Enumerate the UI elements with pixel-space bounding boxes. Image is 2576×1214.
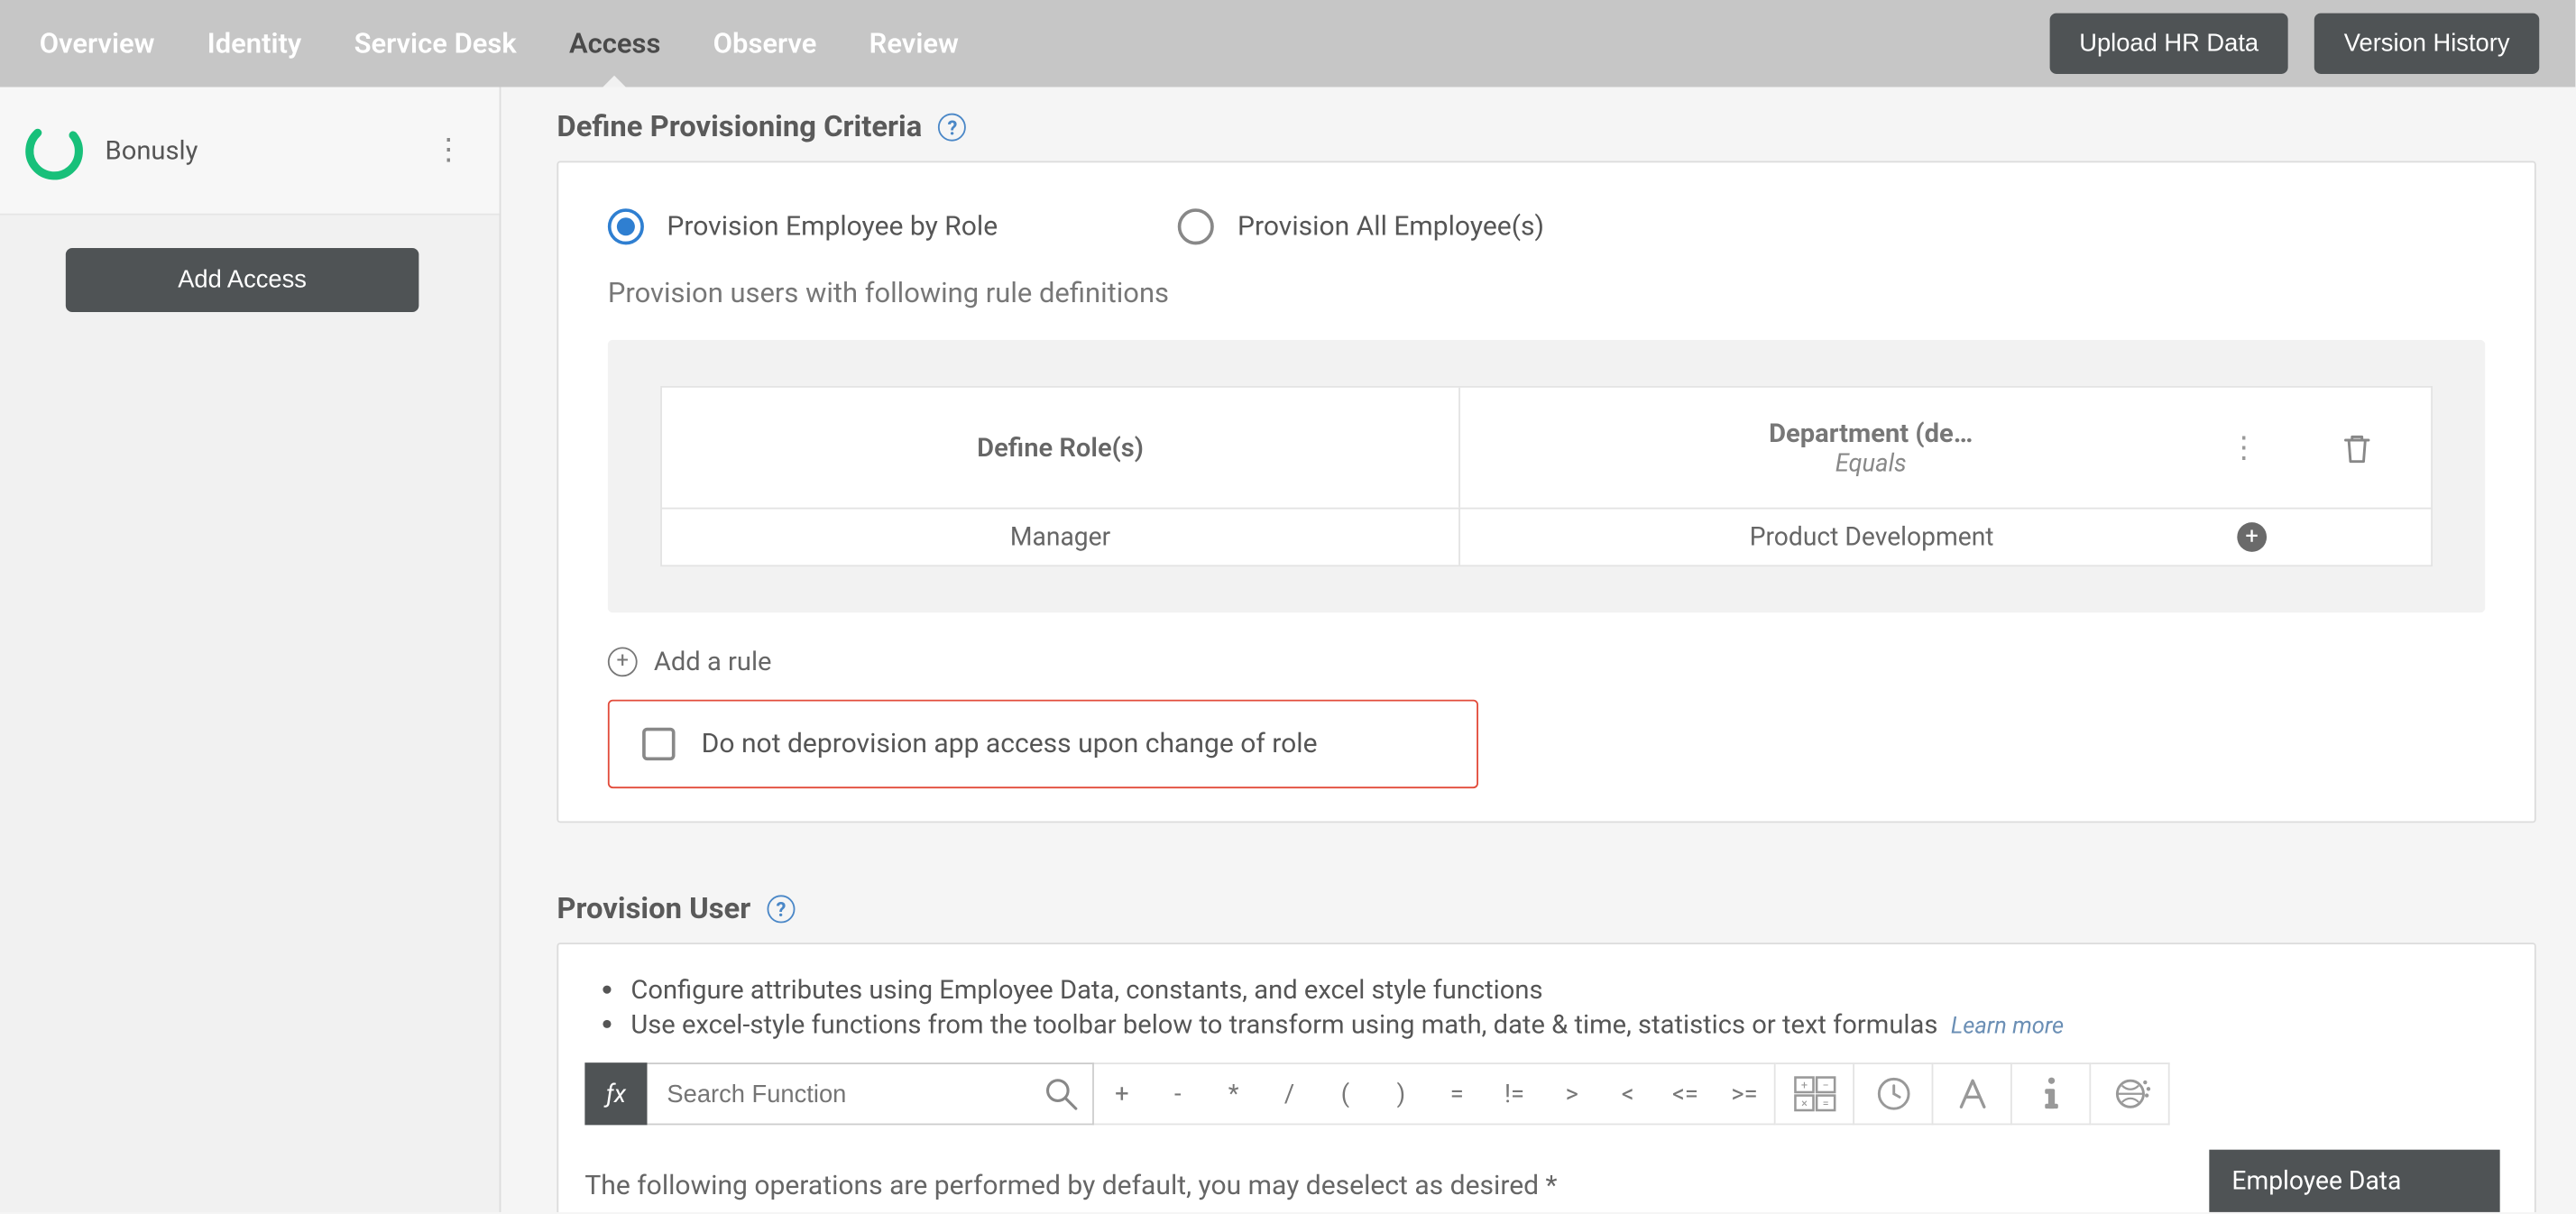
rule-role-cell[interactable]: Manager (662, 510, 1460, 566)
add-condition-icon[interactable]: + (2237, 522, 2267, 552)
svg-text:−: − (1821, 1079, 1827, 1092)
version-history-button[interactable]: Version History (2314, 14, 2539, 74)
nav-actions: Upload HR Data Version History (2049, 14, 2539, 74)
search-icon[interactable] (1043, 1076, 1079, 1112)
col-header-roles: Define Role(s) (662, 388, 1460, 508)
op-divide[interactable]: / (1262, 1064, 1318, 1124)
info-category-icon[interactable] (2012, 1062, 2091, 1125)
provision-user-title: Provision User ? (557, 892, 795, 926)
time-category-icon[interactable] (1854, 1062, 1933, 1125)
misc-category-icon[interactable] (2091, 1062, 2169, 1125)
op-plus[interactable]: + (1094, 1064, 1150, 1124)
math-category-icon[interactable]: + − × = (1776, 1062, 1854, 1125)
col-dept-operator: Equals (1835, 448, 1907, 478)
text-category-icon[interactable] (1933, 1062, 2011, 1125)
deprovision-checkbox[interactable] (642, 728, 675, 760)
trash-icon (2342, 431, 2372, 464)
svg-text:×: × (1800, 1097, 1807, 1110)
rule-dept-value: Product Development (1750, 522, 1994, 552)
provision-bullet-2-text: Use excel-style functions from the toolb… (630, 1008, 1937, 1040)
rule-intro-text: Provision users with following rule defi… (608, 278, 2485, 310)
op-multiply[interactable]: * (1206, 1064, 1262, 1124)
op-paren-close[interactable]: ) (1373, 1064, 1429, 1124)
app-logo-icon (23, 119, 85, 181)
tab-review[interactable]: Review (866, 0, 962, 87)
op-not-equals[interactable]: != (1485, 1064, 1544, 1124)
app-name-label: Bonusly (106, 134, 198, 166)
formula-toolbar: ƒx + - * / ( ) = (584, 1062, 2507, 1125)
add-rule-button[interactable]: + Add a rule (608, 646, 2485, 677)
criteria-panel: Provision Employee by Role Provision All… (557, 161, 2535, 823)
deprovision-option-box: Do not deprovision app access upon chang… (608, 700, 1478, 788)
upload-hr-data-button[interactable]: Upload HR Data (2049, 14, 2287, 74)
nav-tabs: Overview Identity Service Desk Access Ob… (36, 0, 961, 87)
top-nav: Overview Identity Service Desk Access Ob… (0, 0, 2575, 87)
deprovision-label: Do not deprovision app access upon chang… (702, 729, 1318, 760)
radio-all-label: Provision All Employee(s) (1237, 211, 1544, 243)
function-search-wrap (647, 1062, 1093, 1125)
rule-grid: Define Role(s) Department (de… Equals ⋮ (660, 386, 2433, 566)
tab-service-desk[interactable]: Service Desk (351, 0, 520, 87)
radio-by-role-indicator (608, 208, 644, 244)
op-equals[interactable]: = (1429, 1064, 1485, 1124)
plus-circle-icon: + (608, 647, 638, 676)
rule-dept-cell[interactable]: Product Development + (1460, 510, 2283, 566)
op-lt[interactable]: < (1600, 1064, 1656, 1124)
tab-observe[interactable]: Observe (710, 0, 820, 87)
radio-by-role-label: Provision Employee by Role (667, 211, 998, 243)
provision-bullet-2: Use excel-style functions from the toolb… (630, 1008, 2507, 1040)
add-rule-label: Add a rule (654, 646, 772, 677)
radio-provision-all[interactable]: Provision All Employee(s) (1178, 208, 1544, 244)
provision-user-help-icon[interactable]: ? (767, 895, 795, 923)
provision-bullet-1: Configure attributes using Employee Data… (630, 974, 2507, 1006)
radio-all-indicator (1178, 208, 1214, 244)
op-gte[interactable]: >= (1715, 1064, 1774, 1124)
employee-data-panel-header[interactable]: Employee Data (2209, 1150, 2500, 1212)
criteria-help-icon[interactable]: ? (938, 114, 966, 142)
op-lte[interactable]: <= (1656, 1064, 1716, 1124)
rule-delete-button[interactable] (2283, 388, 2431, 508)
col-header-department[interactable]: Department (de… Equals ⋮ (1460, 388, 2283, 508)
rule-row: Manager Product Development + (662, 508, 2431, 566)
tab-overview[interactable]: Overview (36, 0, 158, 87)
svg-text:=: = (1822, 1097, 1828, 1110)
criteria-section-title: Define Provisioning Criteria ? (557, 110, 966, 144)
sidebar-more-icon[interactable]: ⋮ (420, 126, 476, 174)
tab-identity[interactable]: Identity (204, 0, 305, 87)
sidebar: Bonusly ⋮ Add Access (0, 87, 501, 1212)
function-search-input[interactable] (647, 1064, 1091, 1124)
content-area: Define Provisioning Criteria ? Provision… (501, 87, 2575, 1212)
op-paren-open[interactable]: ( (1317, 1064, 1373, 1124)
add-access-button[interactable]: Add Access (66, 248, 419, 312)
sidebar-app-row: Bonusly ⋮ (0, 87, 500, 216)
provision-info-list: Configure attributes using Employee Data… (584, 974, 2507, 1040)
op-minus[interactable]: - (1150, 1064, 1206, 1124)
col-dept-name: Department (de… (1769, 418, 1973, 449)
radio-provision-by-role[interactable]: Provision Employee by Role (608, 208, 998, 244)
svg-text:+: + (1800, 1079, 1807, 1092)
rules-container: Define Role(s) Department (de… Equals ⋮ (608, 340, 2485, 612)
criteria-title-text: Define Provisioning Criteria (557, 110, 922, 144)
fx-icon: ƒx (584, 1062, 647, 1125)
col-dept-more-icon[interactable]: ⋮ (2219, 430, 2268, 464)
op-gt[interactable]: > (1544, 1064, 1600, 1124)
learn-more-link[interactable]: Learn more (1951, 1014, 2064, 1040)
tab-access[interactable]: Access (566, 0, 664, 87)
provision-user-title-text: Provision User (557, 892, 750, 926)
operator-buttons: + - * / ( ) = != > < <= >= (1094, 1062, 1776, 1125)
